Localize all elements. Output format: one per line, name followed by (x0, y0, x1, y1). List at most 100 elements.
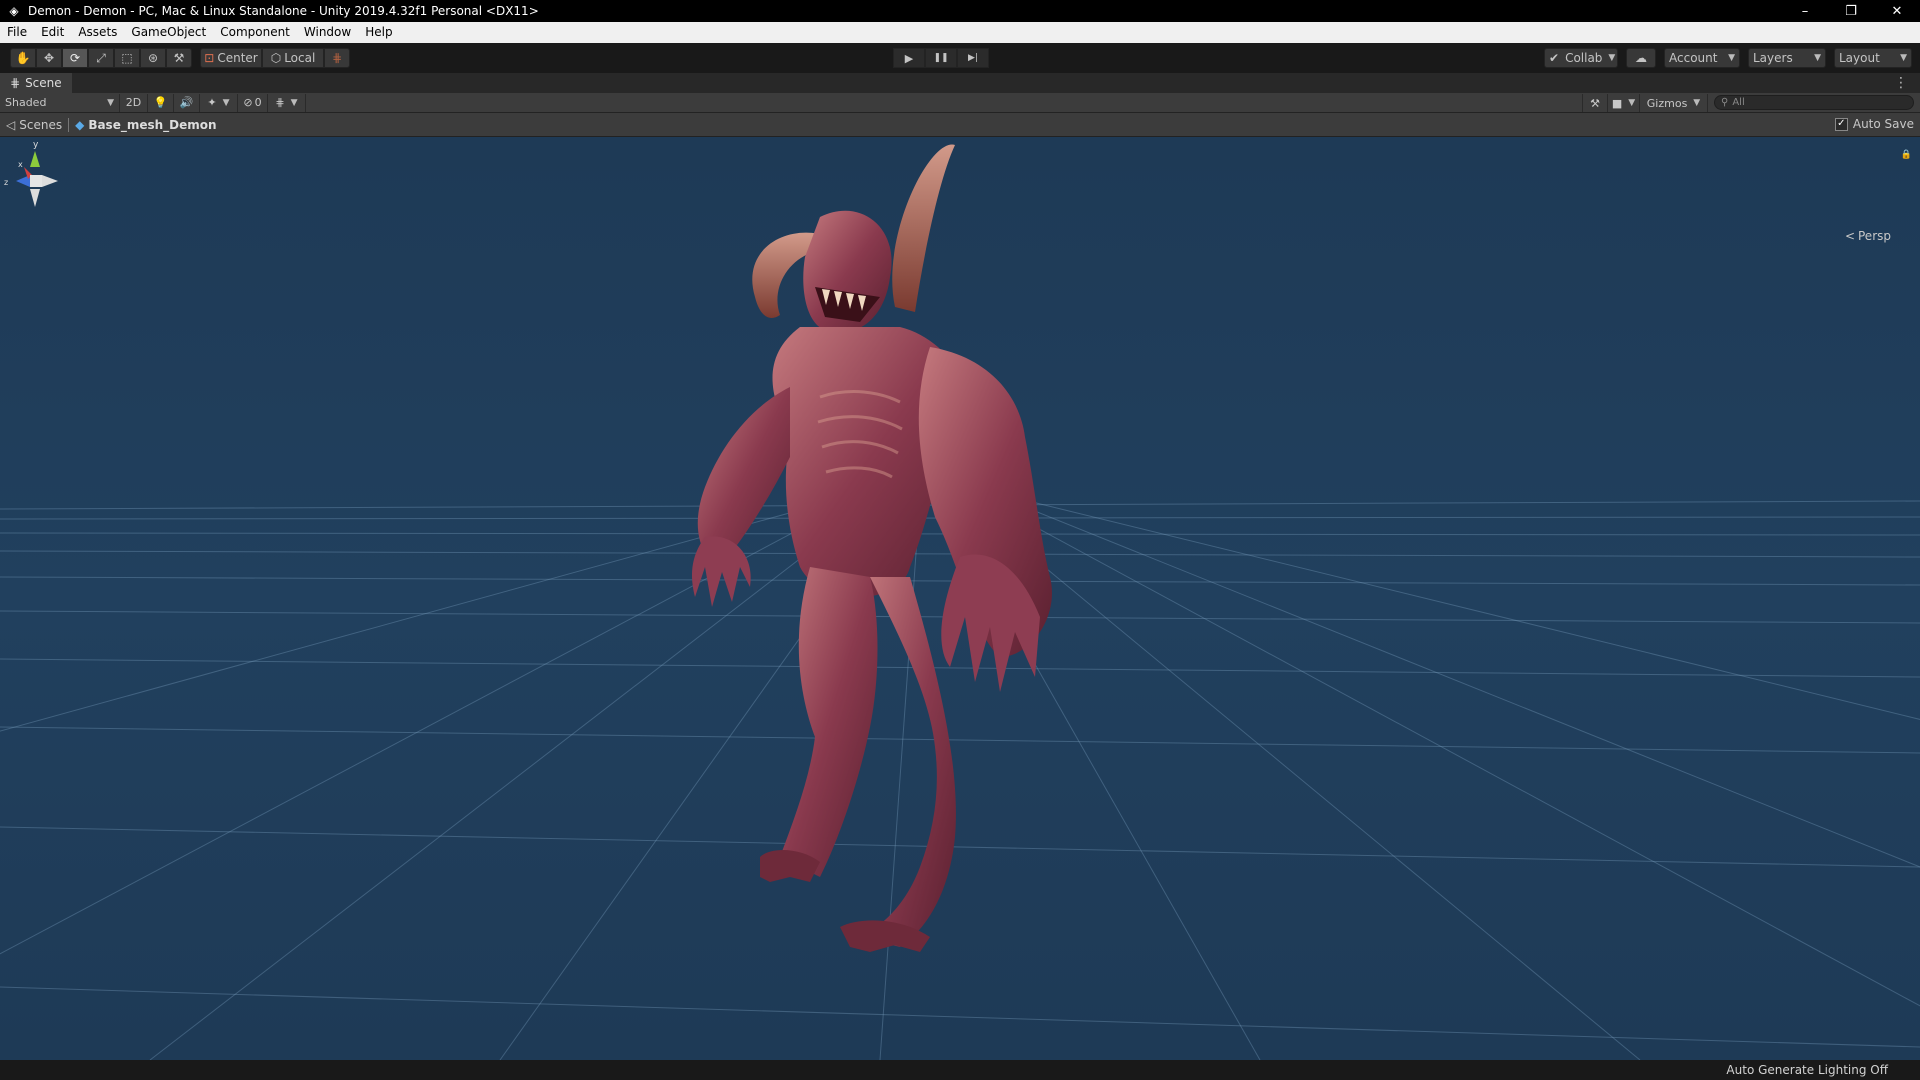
collab-check-icon: ✔ (1549, 51, 1560, 65)
tools-button[interactable]: ⚒ (1582, 94, 1608, 112)
grid-snap-button[interactable]: ⋕ (324, 48, 350, 68)
move-tool-button[interactable]: ✥ (36, 48, 62, 68)
autosave-checkbox[interactable]: ✓ (1834, 117, 1848, 131)
breadcrumb: ◁ Scenes ◆ Base_mesh_Demon ✓ Auto Save (0, 113, 1920, 137)
play-icon: ▶ (904, 51, 914, 65)
menu-gameobject[interactable]: GameObject (124, 22, 213, 43)
menu-help[interactable]: Help (358, 22, 399, 43)
demon-left-hand (692, 536, 751, 607)
demon-model[interactable] (0, 137, 1920, 1060)
camera-icon: ■ (1611, 96, 1623, 110)
unity-logo-icon: ◈ (9, 4, 19, 18)
menu-bar: File Edit Assets GameObject Component Wi… (0, 22, 1920, 43)
chevron-down-icon: ▼ (290, 97, 298, 108)
effects-dropdown[interactable]: ✦ ▼ (200, 93, 238, 112)
toggle-2d-button[interactable]: 2D (120, 93, 148, 112)
rotate-tool-button[interactable]: ⟳ (62, 48, 88, 68)
breadcrumb-scenes[interactable]: ◁ Scenes (0, 118, 68, 132)
scene-viewport[interactable]: y x z 🔒 < Persp (0, 137, 1920, 1060)
transform-tools: ✋ ✥ ⟳ ⤢ ⬚ ⊛ ⚒ (10, 48, 192, 68)
scene-grid-icon: ⋕ (10, 76, 21, 90)
play-button[interactable]: ▶ (893, 48, 925, 68)
light-bulb-icon: 💡 (153, 96, 168, 109)
local-space-icon: ⬡ (270, 51, 282, 65)
move-icon: ✥ (43, 51, 55, 65)
title-bar: ◈ Demon - Demon - PC, Mac & Linux Standa… (0, 0, 1920, 22)
speaker-icon: 🔊 (179, 96, 194, 109)
pivot-label: Center (217, 51, 258, 65)
tools-icon: ⚒ (1590, 96, 1600, 110)
collab-dropdown[interactable]: ✔ Collab ▼ (1544, 48, 1618, 68)
audio-toggle[interactable]: 🔊 (174, 93, 200, 112)
collab-label: Collab (1565, 51, 1603, 65)
scale-icon: ⤢ (96, 50, 106, 65)
cloud-button[interactable]: ☁ (1626, 48, 1656, 68)
prefab-name: Base_mesh_Demon (88, 117, 217, 132)
scene-tab-label: Scene (25, 76, 62, 90)
chevron-down-icon: ▼ (1728, 53, 1735, 63)
space-label: Local (284, 51, 316, 65)
lighting-toggle[interactable]: 💡 (148, 93, 174, 112)
status-text[interactable]: Auto Generate Lighting Off (1726, 1063, 1920, 1077)
transform-tool-button[interactable]: ⊛ (140, 48, 166, 68)
close-button[interactable]: ✕ (1874, 0, 1920, 22)
chevron-down-icon: ▼ (1608, 53, 1616, 63)
layout-dropdown[interactable]: Layout ▼ (1834, 48, 1912, 68)
draw-mode-dropdown[interactable]: Shaded ▼ (0, 93, 120, 112)
projection-label: Persp (1858, 229, 1891, 243)
scale-tool-button[interactable]: ⤢ (88, 48, 114, 68)
gizmo-neg-x-axis[interactable] (42, 175, 58, 187)
breadcrumb-prefab[interactable]: ◆ Base_mesh_Demon (69, 118, 222, 132)
layers-label: Layers (1753, 51, 1793, 65)
custom-tool-button[interactable]: ⚒ (166, 48, 192, 68)
lock-icon[interactable]: 🔒 (1901, 150, 1912, 160)
grid-icon: ⋕ (275, 96, 285, 109)
back-arrow-icon: ◁ (6, 117, 16, 132)
panel-menu-icon[interactable]: ⋮ (1894, 75, 1908, 91)
gizmos-label: Gizmos (1646, 96, 1688, 110)
minimize-button[interactable]: – (1782, 0, 1828, 22)
chevron-down-icon: ▼ (1628, 98, 1636, 108)
grid-dropdown[interactable]: ⋕ ▼ (268, 93, 306, 112)
restore-button[interactable]: ❐ (1828, 0, 1874, 22)
camera-dropdown[interactable]: ■ ▼ (1608, 94, 1640, 112)
rect-tool-icon: ⬚ (121, 51, 133, 65)
orientation-gizmo[interactable]: y x z (0, 137, 70, 232)
hidden-objects-toggle[interactable]: ⊘ 0 (238, 93, 268, 112)
step-button[interactable]: ▶| (957, 48, 989, 68)
rotate-icon: ⟳ (69, 51, 81, 65)
account-dropdown[interactable]: Account ▼ (1664, 48, 1740, 68)
layout-label: Layout (1839, 51, 1880, 65)
projection-toggle[interactable]: < Persp (1845, 229, 1891, 243)
gizmo-neg-y-axis[interactable] (30, 189, 40, 207)
window-controls: – ❐ ✕ (1782, 0, 1920, 22)
hidden-count: 0 (254, 96, 262, 109)
menu-edit[interactable]: Edit (34, 22, 71, 43)
menu-file[interactable]: File (0, 22, 34, 43)
tab-scene[interactable]: ⋕ Scene (0, 73, 72, 93)
autosave-label: Auto Save (1852, 117, 1914, 131)
eye-slash-icon: ⊘ (243, 96, 253, 109)
custom-tool-icon: ⚒ (173, 51, 185, 65)
scene-search-input[interactable]: ⚲ All (1714, 95, 1914, 110)
gizmos-dropdown[interactable]: Gizmos ▼ (1640, 94, 1708, 112)
menu-window[interactable]: Window (297, 22, 358, 43)
pause-button[interactable]: ❚❚ (925, 48, 957, 68)
hand-tool-button[interactable]: ✋ (10, 48, 36, 68)
mode-2d-label: 2D (125, 96, 142, 109)
autosave-toggle[interactable]: ✓ Auto Save (1834, 117, 1914, 131)
pivot-toggles: ⊡ Center ⬡ Local ⋕ (200, 48, 350, 68)
layers-dropdown[interactable]: Layers ▼ (1748, 48, 1826, 68)
gizmo-center[interactable] (30, 175, 42, 187)
gizmo-y-axis[interactable] (30, 151, 40, 167)
rect-tool-button[interactable]: ⬚ (114, 48, 140, 68)
right-horn (892, 144, 955, 312)
scene-toolbar: Shaded ▼ 2D 💡 🔊 ✦ ▼ ⊘ 0 ⋕ ▼ ⚒ ■ ▼ Gizmos… (0, 93, 1920, 113)
pivot-local-button[interactable]: ⬡ Local (262, 48, 324, 68)
menu-assets[interactable]: Assets (71, 22, 124, 43)
demon-left-leg (780, 567, 878, 877)
menu-component[interactable]: Component (213, 22, 297, 43)
pivot-center-button[interactable]: ⊡ Center (200, 48, 262, 68)
effects-icon: ✦ (207, 96, 217, 109)
pause-icon: ❚❚ (933, 53, 949, 63)
